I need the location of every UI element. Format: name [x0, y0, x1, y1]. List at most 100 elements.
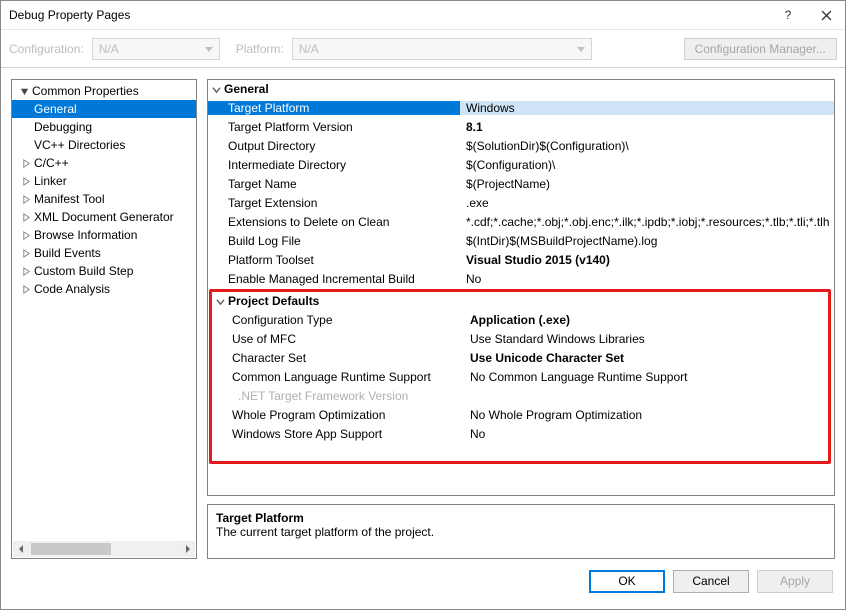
ok-button[interactable]: OK: [589, 570, 665, 593]
tree-item[interactable]: Browse Information: [12, 226, 196, 244]
property-row[interactable]: Common Language Runtime SupportNo Common…: [212, 367, 828, 386]
collapse-icon: [212, 297, 228, 306]
tree-item[interactable]: Manifest Tool: [12, 190, 196, 208]
configuration-value: N/A: [99, 42, 119, 56]
property-row[interactable]: Use of MFCUse Standard Windows Libraries: [212, 329, 828, 348]
property-row[interactable]: Whole Program OptimizationNo Whole Progr…: [212, 405, 828, 424]
configuration-combo: N/A: [92, 38, 220, 60]
tree-item[interactable]: Code Analysis: [12, 280, 196, 298]
property-value[interactable]: Use Unicode Character Set: [464, 351, 828, 365]
property-row[interactable]: .NET Target Framework Version: [212, 386, 828, 405]
tree-item[interactable]: Build Events: [12, 244, 196, 262]
property-row[interactable]: Build Log File$(IntDir)$(MSBuildProjectN…: [208, 231, 834, 250]
highlight-project-defaults: Project Defaults Configuration TypeAppli…: [209, 289, 831, 464]
property-row[interactable]: Target Extension.exe: [208, 193, 834, 212]
property-name: Target Platform: [208, 101, 460, 115]
config-strip: Configuration: N/A Platform: N/A Configu…: [1, 30, 845, 68]
platform-value: N/A: [299, 42, 319, 56]
property-value[interactable]: 8.1: [460, 120, 834, 134]
expand-icon: [20, 177, 32, 186]
scroll-right-button[interactable]: [179, 541, 195, 557]
expand-icon: [20, 231, 32, 240]
tree-item-label: Manifest Tool: [34, 192, 104, 206]
chevron-left-icon: [18, 545, 25, 553]
description-title: Target Platform: [216, 511, 826, 525]
property-row[interactable]: Configuration TypeApplication (.exe): [212, 310, 828, 329]
description-text: The current target platform of the proje…: [216, 525, 826, 539]
property-grid[interactable]: General Target PlatformWindowsTarget Pla…: [207, 79, 835, 496]
tree-item-label: Browse Information: [34, 228, 137, 242]
property-row[interactable]: Enable Managed Incremental BuildNo: [208, 269, 834, 288]
tree-item[interactable]: Custom Build Step: [12, 262, 196, 280]
property-name: Common Language Runtime Support: [212, 370, 464, 384]
nav-tree[interactable]: Common Properties General Debugging VC++ D…: [11, 79, 197, 559]
tree-item[interactable]: C/C++: [12, 154, 196, 172]
tree-root-label: Common Properties: [32, 84, 139, 98]
property-value[interactable]: $(SolutionDir)$(Configuration)\: [460, 139, 834, 153]
dialog-footer: OK Cancel Apply: [1, 559, 845, 609]
property-value[interactable]: $(ProjectName): [460, 177, 834, 191]
property-name: Target Platform Version: [208, 120, 460, 134]
property-name: .NET Target Framework Version: [212, 389, 464, 403]
configuration-manager-button: Configuration Manager...: [684, 38, 837, 60]
scroll-left-button[interactable]: [13, 541, 29, 557]
tree-item-label: Linker: [34, 174, 67, 188]
expand-icon: [20, 213, 32, 222]
tree-item[interactable]: Debugging: [12, 118, 196, 136]
property-row[interactable]: Platform ToolsetVisual Studio 2015 (v140…: [208, 250, 834, 269]
property-name: Windows Store App Support: [212, 427, 464, 441]
property-name: Platform Toolset: [208, 253, 460, 267]
tree-item-label: Debugging: [34, 120, 92, 134]
property-row[interactable]: Output Directory$(SolutionDir)$(Configur…: [208, 136, 834, 155]
expand-icon: [20, 159, 32, 168]
section-project-defaults[interactable]: Project Defaults: [212, 292, 828, 310]
property-row[interactable]: Extensions to Delete on Clean*.cdf;*.cac…: [208, 212, 834, 231]
tree-item-label: General: [34, 102, 77, 116]
close-button[interactable]: [807, 1, 845, 30]
property-row[interactable]: Intermediate Directory$(Configuration)\: [208, 155, 834, 174]
property-name: Intermediate Directory: [208, 158, 460, 172]
tree-horizontal-scrollbar[interactable]: [13, 541, 195, 557]
property-value[interactable]: Windows: [460, 101, 834, 115]
tree-root-common-properties[interactable]: Common Properties: [12, 82, 196, 100]
window-title: Debug Property Pages: [9, 8, 769, 22]
property-value[interactable]: No: [460, 272, 834, 286]
chevron-right-icon: [184, 545, 191, 553]
property-value[interactable]: Use Standard Windows Libraries: [464, 332, 828, 346]
scroll-track[interactable]: [29, 541, 179, 557]
scroll-thumb[interactable]: [31, 543, 111, 555]
property-name: Target Extension: [208, 196, 460, 210]
property-name: Whole Program Optimization: [212, 408, 464, 422]
property-value[interactable]: No: [464, 427, 828, 441]
cancel-button[interactable]: Cancel: [673, 570, 749, 593]
tree-item[interactable]: VC++ Directories: [12, 136, 196, 154]
property-row[interactable]: Target Platform Version8.1: [208, 117, 834, 136]
tree-item[interactable]: General: [12, 100, 196, 118]
tree-item[interactable]: XML Document Generator: [12, 208, 196, 226]
property-row[interactable]: Windows Store App SupportNo: [212, 424, 828, 443]
property-name: Output Directory: [208, 139, 460, 153]
property-name: Build Log File: [208, 234, 460, 248]
property-row[interactable]: Target PlatformWindows: [208, 98, 834, 117]
property-value[interactable]: $(IntDir)$(MSBuildProjectName).log: [460, 234, 834, 248]
property-row[interactable]: Character SetUse Unicode Character Set: [212, 348, 828, 367]
property-value[interactable]: No Common Language Runtime Support: [464, 370, 828, 384]
section-general[interactable]: General: [208, 80, 834, 98]
property-row[interactable]: Target Name$(ProjectName): [208, 174, 834, 193]
platform-label: Platform:: [236, 42, 286, 56]
property-value[interactable]: *.cdf;*.cache;*.obj;*.obj.enc;*.ilk;*.ip…: [460, 215, 834, 229]
help-button[interactable]: ?: [769, 1, 807, 30]
collapse-icon: [18, 87, 30, 96]
tree-item-label: Code Analysis: [34, 282, 110, 296]
property-value[interactable]: Visual Studio 2015 (v140): [460, 253, 834, 267]
tree-item[interactable]: Linker: [12, 172, 196, 190]
apply-button: Apply: [757, 570, 833, 593]
property-name: Extensions to Delete on Clean: [208, 215, 460, 229]
property-value[interactable]: $(Configuration)\: [460, 158, 834, 172]
expand-icon: [20, 249, 32, 258]
property-value[interactable]: .exe: [460, 196, 834, 210]
property-value[interactable]: Application (.exe): [464, 313, 828, 327]
property-value[interactable]: No Whole Program Optimization: [464, 408, 828, 422]
expand-icon: [20, 195, 32, 204]
collapse-icon: [208, 85, 224, 94]
